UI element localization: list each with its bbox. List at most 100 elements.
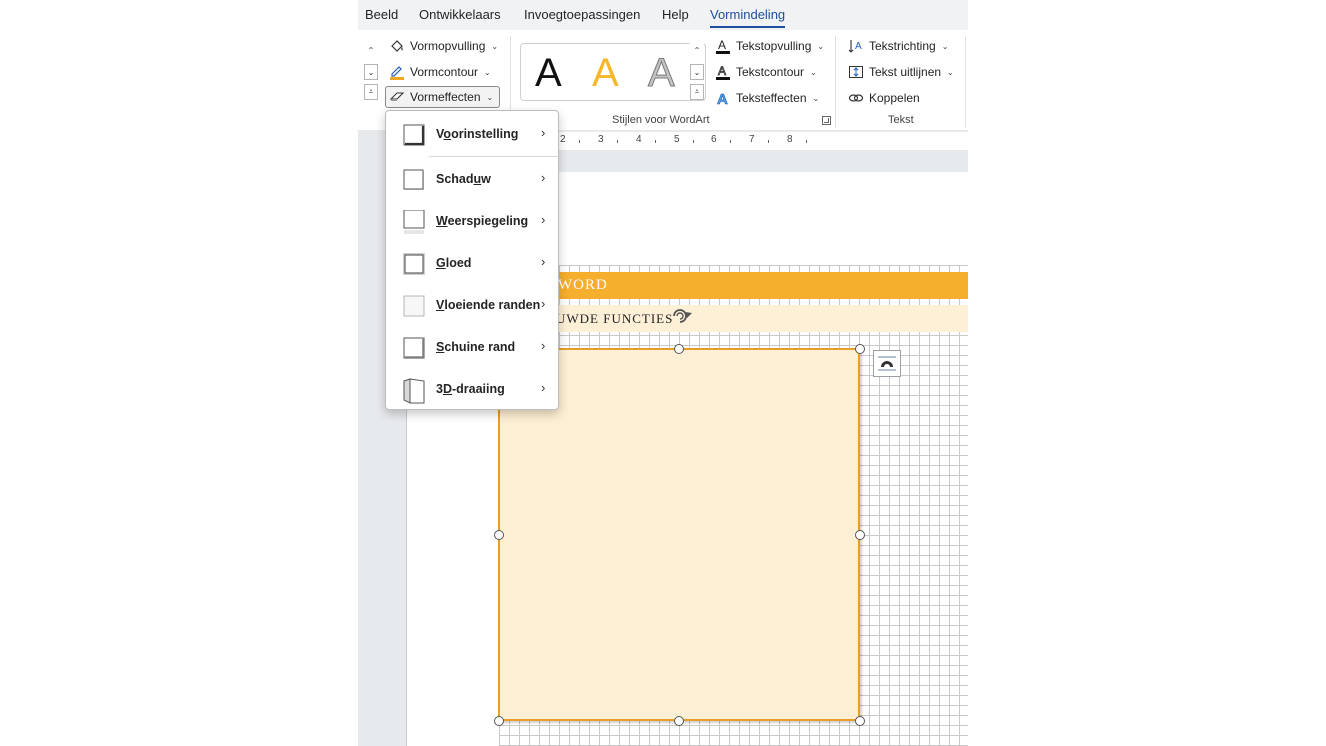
text-outline-label: Tekstcontour — [736, 65, 805, 79]
menu-item-3d-rotation[interactable]: 3D-draaiing › — [386, 370, 558, 410]
svg-text:A: A — [718, 64, 726, 78]
create-link-button[interactable]: Koppelen — [845, 87, 923, 109]
align-text-icon — [848, 64, 864, 80]
tab-vormindeling[interactable]: Vormindeling — [710, 6, 786, 28]
svg-text:A: A — [717, 91, 728, 106]
shape-gallery-scroll-down[interactable]: ⌄ — [364, 64, 378, 80]
wordart-style-black[interactable]: A — [535, 48, 562, 98]
chevron-down-icon: ⌄ — [810, 67, 817, 77]
resize-handle-left[interactable] — [494, 530, 504, 540]
chevron-down-icon: ⌄ — [486, 92, 494, 102]
chevron-down-icon: ⌄ — [812, 93, 820, 103]
resize-handle-bottom-left[interactable] — [494, 716, 504, 726]
text-fill-button[interactable]: A Tekstopvulling ⌄ — [712, 35, 827, 57]
ruler-indent-marker[interactable] — [842, 140, 852, 146]
shape-fill-button[interactable]: Vormopvulling ⌄ — [386, 35, 501, 57]
tab-invoegtoepassingen[interactable]: Invoegtoepassingen — [524, 6, 640, 24]
tab-beeld[interactable]: Beeld — [365, 6, 398, 24]
layout-options-icon[interactable] — [873, 350, 901, 377]
menu-item-label: Vloeiende randen — [436, 298, 541, 312]
resize-handle-top-right[interactable] — [855, 344, 865, 354]
shape-effects-button[interactable]: Vormeffecten ⌄ — [385, 86, 500, 108]
text-direction-label: Tekstrichting — [869, 39, 936, 53]
menu-separator — [429, 156, 559, 157]
reflection-icon — [402, 209, 426, 234]
shape-gallery-more[interactable]: ⩡ — [364, 84, 378, 100]
menu-item-label: Gloed — [436, 256, 472, 270]
wordart-scroll-down[interactable]: ⌄ — [690, 64, 704, 80]
resize-handle-right[interactable] — [855, 530, 865, 540]
menu-item-glow[interactable]: Gloed › — [386, 244, 558, 284]
text-direction-button[interactable]: A Tekstrichting ⌄ — [845, 35, 951, 57]
shape-outline-label: Vormcontour — [410, 65, 479, 79]
resize-handle-bottom-right[interactable] — [855, 716, 865, 726]
chevron-right-icon: › — [541, 125, 546, 140]
menu-item-soft-edges[interactable]: Vloeiende randen › — [386, 286, 558, 326]
text-effects-button[interactable]: A Teksteffecten ⌄ — [712, 87, 822, 109]
align-text-label: Tekst uitlijnen — [869, 65, 942, 79]
shape-effects-icon — [389, 89, 405, 105]
text-fill-label: Tekstopvulling — [736, 39, 812, 53]
tab-ontwikkelaars[interactable]: Ontwikkelaars — [419, 6, 501, 24]
shape-outline-button[interactable]: Vormcontour ⌄ — [386, 61, 494, 83]
menu-item-shadow[interactable]: Schaduw › — [386, 160, 558, 200]
text-outline-icon: A — [715, 64, 731, 80]
group-separator — [835, 36, 836, 128]
resize-handle-bottom[interactable] — [674, 716, 684, 726]
wordart-style-orange[interactable]: A — [592, 48, 619, 98]
glow-icon — [402, 252, 426, 276]
wordart-more[interactable]: ⩡ — [690, 84, 704, 100]
chevron-right-icon: › — [541, 254, 546, 269]
ruler-number: 4 — [636, 134, 642, 145]
svg-text:A: A — [718, 38, 726, 52]
wordart-style-gray[interactable]: A — [648, 48, 676, 98]
menu-item-reflection[interactable]: Weerspiegeling › — [386, 202, 558, 242]
svg-text:A: A — [855, 41, 862, 52]
ruler-number: 8 — [787, 134, 793, 145]
text-fill-icon: A — [715, 38, 731, 54]
dialog-launcher-icon[interactable] — [822, 116, 831, 125]
document-subtitle[interactable]: UWDE FUNCTIES — [556, 311, 673, 327]
wordart-gallery[interactable]: A A A — [520, 43, 706, 101]
chevron-right-icon: › — [541, 296, 546, 311]
ruler-number: 5 — [674, 134, 680, 145]
menu-item-bevel[interactable]: Schuine rand › — [386, 328, 558, 368]
shape-fill-label: Vormopvulling — [410, 39, 486, 53]
3d-rotation-icon — [402, 378, 426, 404]
pen-outline-icon — [389, 64, 405, 80]
menu-item-label: Schaduw — [436, 172, 491, 186]
shape-effects-menu: Voorinstelling › Schaduw › Weerspiegelin… — [385, 110, 559, 410]
horizontal-ruler[interactable]: 2 3 4 5 6 7 8 — [548, 132, 968, 150]
preset-icon — [402, 123, 426, 147]
create-link-label: Koppelen — [869, 91, 920, 105]
link-icon — [848, 90, 864, 106]
menu-item-label: Voorinstelling — [436, 127, 519, 141]
ruler-number: 6 — [711, 134, 717, 145]
align-text-button[interactable]: Tekst uitlijnen ⌄ — [845, 61, 957, 83]
document-title[interactable]: WORD — [558, 277, 608, 294]
menu-item-label: Schuine rand — [436, 340, 516, 354]
chevron-down-icon: ⌄ — [941, 41, 949, 51]
ruler-number: 2 — [560, 134, 566, 145]
soft-edges-icon — [402, 294, 426, 318]
paint-bucket-icon — [389, 38, 405, 54]
chevron-right-icon: › — [541, 170, 546, 185]
text-direction-icon: A — [848, 38, 864, 54]
shadow-icon — [402, 168, 426, 192]
chevron-right-icon: › — [541, 212, 546, 227]
ruler-number: 3 — [598, 134, 604, 145]
chevron-down-icon: ⌄ — [947, 67, 954, 77]
wordart-scroll-up[interactable]: ⌃ — [690, 42, 704, 58]
tab-help[interactable]: Help — [662, 6, 689, 24]
rotate-handle-icon[interactable] — [668, 305, 694, 330]
chevron-right-icon: › — [541, 338, 546, 353]
ruler-number: 7 — [749, 134, 755, 145]
text-outline-button[interactable]: A Tekstcontour ⌄ — [712, 61, 820, 83]
shape-gallery-scroll-up[interactable]: ⌃ — [364, 42, 378, 58]
menu-item-label: 3D-draaiing — [436, 382, 505, 396]
chevron-right-icon: › — [541, 380, 546, 395]
menu-item-preset[interactable]: Voorinstelling › — [386, 115, 558, 155]
resize-handle-top[interactable] — [674, 344, 684, 354]
text-effects-label: Teksteffecten — [736, 91, 807, 105]
text-effects-icon: A — [715, 90, 731, 109]
